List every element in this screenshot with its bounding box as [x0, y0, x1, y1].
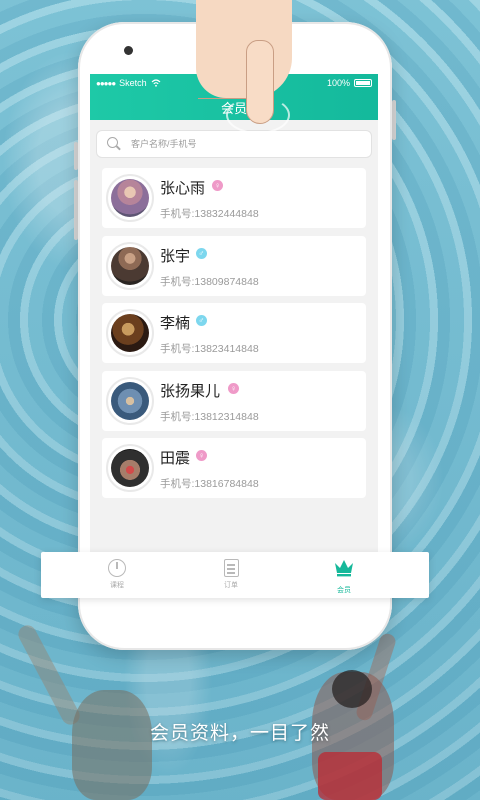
member-card[interactable]: 田震 ♀ 手机号:13816784848 [102, 438, 366, 498]
stopwatch-icon [106, 556, 128, 578]
member-card[interactable]: 张扬果儿 ♀ 手机号:13812314848 [102, 370, 366, 431]
crown-icon [335, 560, 353, 577]
member-phone: 手机号:13809874848 [160, 275, 259, 288]
member-card[interactable]: 张心雨 ♀ 手机号:13832444848 [102, 168, 366, 228]
member-name: 李楠 [160, 315, 191, 332]
tab-label: 课程 [110, 582, 124, 589]
member-card[interactable]: 李楠 ♂ 手机号:13823414848 [102, 303, 366, 363]
tab-course[interactable]: 课程 [87, 556, 147, 590]
search-input[interactable] [129, 138, 363, 150]
tab-label: 会员 [337, 587, 351, 594]
battery-percent: 100% [326, 78, 350, 88]
member-phone: 手机号:13832444848 [160, 208, 259, 220]
avatar [106, 241, 154, 290]
tab-bar: 课程 订单 会员 [41, 552, 429, 598]
female-icon: ♀ [212, 180, 223, 191]
member-name: 张扬果儿 [160, 382, 221, 400]
avatar [106, 174, 154, 222]
avatar [106, 444, 154, 492]
promo-caption: 会员资料，一目了然 [149, 723, 330, 744]
male-icon: ♂ [196, 247, 207, 259]
tab-orders[interactable]: 订单 [201, 556, 261, 590]
member-phone: 手机号:13823414848 [160, 343, 259, 355]
member-phone: 手机号:13812314848 [160, 410, 259, 423]
member-name: 田震 [160, 450, 191, 467]
member-name: 张宇 [160, 247, 191, 265]
female-icon: ♀ [228, 382, 239, 394]
tab-members[interactable]: 会员 [314, 556, 374, 595]
tab-label: 订单 [224, 582, 238, 589]
swimmer-left [72, 690, 152, 800]
swimsuit [318, 752, 382, 800]
member-list: 张心雨 ♀ 手机号:13832444848 张宇 ♂ 手机号:138098748… [102, 168, 366, 506]
avatar [106, 376, 154, 425]
avatar [106, 309, 154, 357]
hand-knuckles [198, 58, 246, 99]
clipboard-icon [220, 556, 242, 578]
swimmer-head [332, 670, 372, 708]
member-phone: 手机号:13816784848 [160, 478, 259, 490]
male-icon: ♂ [196, 315, 207, 326]
camera-icon [124, 46, 133, 55]
battery-icon [354, 79, 372, 87]
member-name: 张心雨 [160, 180, 206, 197]
app-screen: ●●●●● Sketch 9:41 AM 100% 会员 张心雨 ♀ [90, 74, 378, 564]
search-bar[interactable] [96, 130, 372, 158]
touch-ripple-icon [226, 96, 290, 134]
member-card[interactable]: 张宇 ♂ 手机号:13809874848 [102, 235, 366, 296]
search-icon [105, 135, 123, 153]
power-button [392, 100, 396, 140]
female-icon: ♀ [196, 450, 207, 461]
status-right: 100% [327, 78, 372, 88]
